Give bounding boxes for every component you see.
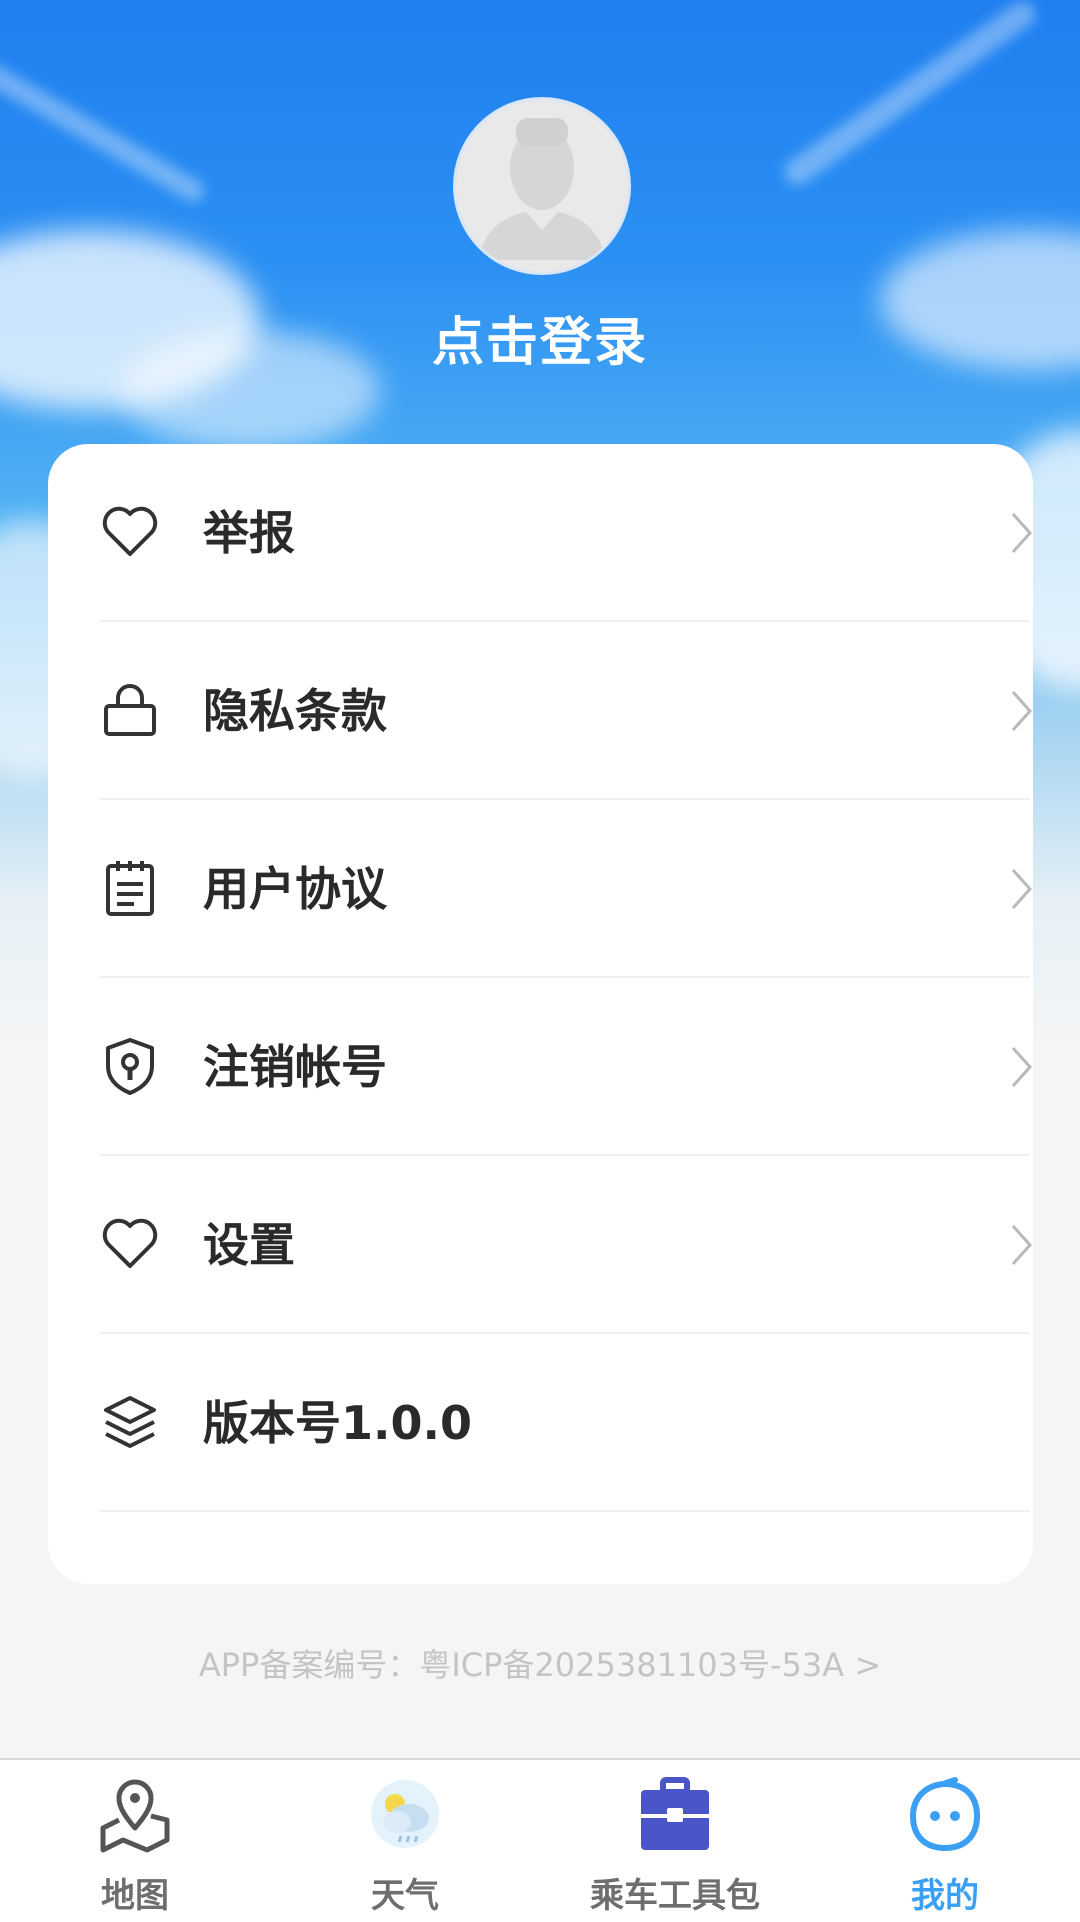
chevron-right-icon	[1011, 868, 1033, 910]
smiley-bubble-icon	[910, 1777, 980, 1851]
toolbox-icon	[641, 1777, 709, 1850]
menu-item-user-agreement[interactable]: 用户协议	[100, 800, 1033, 978]
tab-map[interactable]: 地图	[0, 1760, 270, 1922]
chevron-right-icon	[1011, 1224, 1033, 1266]
menu-item-label: 举报	[203, 506, 295, 560]
avatar[interactable]	[453, 97, 631, 275]
tab-mine[interactable]: 我的	[810, 1760, 1080, 1922]
user-silhouette-icon	[478, 118, 606, 260]
menu-item-label: 隐私条款	[203, 684, 387, 738]
heart-icon	[102, 1218, 158, 1268]
heart-icon	[102, 506, 158, 556]
menu-card: 举报 隐私条款 用户协议 注销帐号 设置 版本号1.0.0	[48, 444, 1033, 1584]
map-pin-icon	[100, 1779, 170, 1853]
notepad-icon	[106, 861, 154, 916]
menu-item-delete-account[interactable]: 注销帐号	[100, 978, 1033, 1156]
tab-label: 乘车工具包	[590, 1876, 760, 1916]
menu-item-report[interactable]: 举报	[100, 444, 1033, 622]
divider	[100, 1510, 1030, 1512]
menu-item-label: 注销帐号	[203, 1040, 387, 1094]
tab-label: 我的	[911, 1876, 979, 1916]
login-link[interactable]: 点击登录	[0, 300, 1080, 375]
menu-item-version: 版本号1.0.0	[100, 1334, 1030, 1512]
menu-item-label: 用户协议	[203, 862, 387, 916]
icp-record-link[interactable]: APP备案编号：粤ICP备2025381103号-53A >	[0, 1640, 1080, 1686]
tab-transit-toolkit[interactable]: 乘车工具包	[540, 1760, 810, 1922]
version-label: 版本号1.0.0	[203, 1396, 472, 1450]
menu-item-label: 设置	[203, 1218, 295, 1272]
chevron-right-icon	[1011, 690, 1033, 732]
weather-icon	[371, 1780, 439, 1848]
chevron-right-icon	[1011, 1046, 1033, 1088]
tab-weather[interactable]: 天气	[270, 1760, 540, 1922]
bottom-tab-bar: 地图 天气 乘车工具包 我的	[0, 1758, 1080, 1922]
shield-key-icon	[106, 1038, 154, 1095]
chevron-right-icon	[1011, 512, 1033, 554]
layers-icon	[104, 1396, 156, 1448]
menu-item-privacy[interactable]: 隐私条款	[100, 622, 1033, 800]
tab-label: 地图	[101, 1876, 169, 1916]
tab-label: 天气	[371, 1876, 439, 1916]
menu-item-settings[interactable]: 设置	[100, 1156, 1033, 1334]
lock-icon	[104, 684, 156, 736]
